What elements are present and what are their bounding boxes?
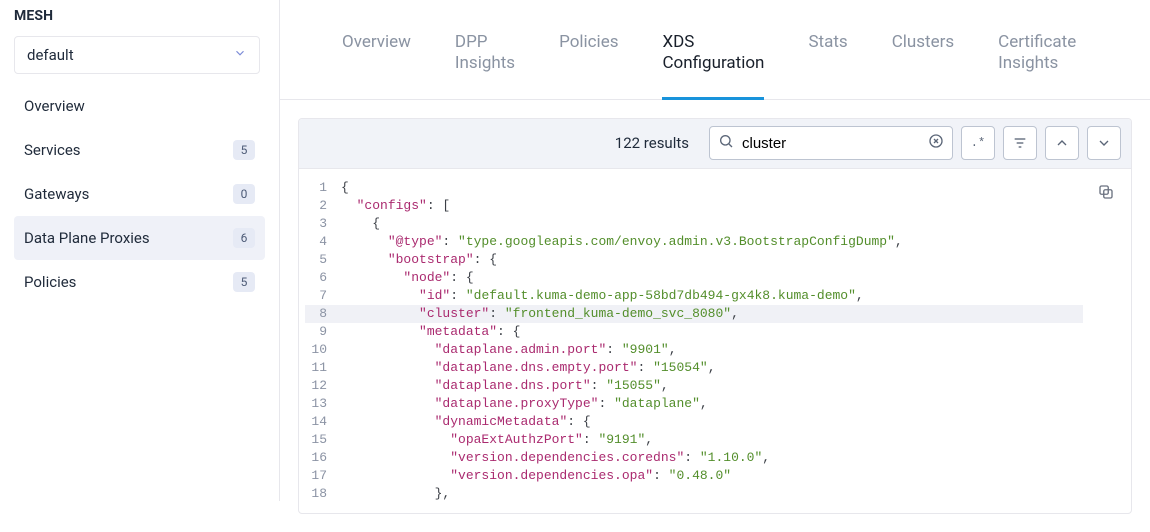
code-line: 16 "version.dependencies.coredns": "1.10… [305,449,1083,467]
sidebar-item-label: Policies [24,273,76,291]
sidebar-item-label: Gateways [24,185,89,203]
code-line: 1{ [305,179,1083,197]
line-number: 14 [305,413,341,431]
code-line: 12 "dataplane.dns.port": "15055", [305,377,1083,395]
sidebar-item-badge: 0 [233,184,255,204]
tabs: Overview DPPInsights Policies XDSConfigurat… [280,0,1150,100]
results-count: 122 results [309,134,701,152]
line-content: "dataplane.dns.port": "15055", [341,377,669,395]
line-number: 9 [305,323,341,341]
code-line: 5 "bootstrap": { [305,251,1083,269]
line-number: 4 [305,233,341,251]
line-number: 17 [305,467,341,485]
sidebar-item-label: Overview [24,97,85,115]
search-input[interactable] [740,134,922,153]
line-content: "version.dependencies.coredns": "1.10.0"… [341,449,770,467]
line-content: { [341,215,380,233]
line-content: }, [341,485,450,503]
code-line: 4 "@type": "type.googleapis.com/envoy.ad… [305,233,1083,251]
line-content: "cluster": "frontend_kuma-demo_svc_8080"… [341,305,739,323]
main: Overview DPPInsights Policies XDSConfigurat… [280,0,1150,501]
sidebar-item-label: Data Plane Proxies [24,229,150,247]
line-content: "metadata": { [341,323,520,341]
sidebar-item-policies[interactable]: Policies 5 [14,260,265,304]
sidebar-item-services[interactable]: Services 5 [14,128,265,172]
code-line: 13 "dataplane.proxyType": "dataplane", [305,395,1083,413]
chevron-down-icon [233,46,247,64]
code-line: 17 "version.dependencies.opa": "0.48.0" [305,467,1083,485]
line-content: "id": "default.kuma-demo-app-58bd7db494-… [341,287,864,305]
line-content: "dataplane.dns.empty.port": "15054", [341,359,716,377]
xds-panel: 122 results .* [298,118,1132,514]
xds-panel-wrap: 122 results .* [280,100,1150,532]
line-number: 7 [305,287,341,305]
code-line: 9 "metadata": { [305,323,1083,341]
mesh-select-value: default [27,46,74,64]
panel-toolbar: 122 results .* [299,119,1131,169]
line-number: 15 [305,431,341,449]
code-line: 18 }, [305,485,1083,503]
copy-button[interactable] [1091,177,1121,207]
code-view: 1{2 "configs": [3 {4 "@type": "type.goog… [299,169,1131,513]
line-number: 11 [305,359,341,377]
code-line: 15 "opaExtAuthzPort": "9191", [305,431,1083,449]
line-number: 8 [305,305,341,323]
line-number: 1 [305,179,341,197]
sidebar-title: MESH [14,8,265,24]
line-content: "version.dependencies.opa": "0.48.0" [341,467,731,485]
sidebar: MESH default Overview Services 5 Gateways 0 D… [0,0,280,501]
line-number: 5 [305,251,341,269]
search-box[interactable] [709,126,953,160]
code-line: 3 { [305,215,1083,233]
tab-overview[interactable]: Overview [342,10,411,99]
line-content: "bootstrap": { [341,251,497,269]
prev-match-button[interactable] [1045,126,1079,160]
json-code: 1{2 "configs": [3 {4 "@type": "type.goog… [305,179,1083,503]
line-number: 12 [305,377,341,395]
mesh-select[interactable]: default [14,36,260,74]
line-content: "@type": "type.googleapis.com/envoy.admi… [341,233,903,251]
filter-button[interactable] [1003,126,1037,160]
sidebar-item-gateways[interactable]: Gateways 0 [14,172,265,216]
code-line: 6 "node": { [305,269,1083,287]
sidebar-nav: Overview Services 5 Gateways 0 Data Plane Pro… [14,84,265,304]
line-number: 2 [305,197,341,215]
code-line: 8 "cluster": "frontend_kuma-demo_svc_808… [305,305,1083,323]
line-content: "dataplane.proxyType": "dataplane", [341,395,708,413]
line-number: 13 [305,395,341,413]
sidebar-item-label: Services [24,141,81,159]
tab-policies[interactable]: Policies [559,10,618,99]
sidebar-item-overview[interactable]: Overview [14,84,265,128]
tab-clusters[interactable]: Clusters [892,10,954,99]
tab-dpp-insights[interactable]: DPPInsights [455,10,515,99]
code-line: 10 "dataplane.admin.port": "9901", [305,341,1083,359]
tab-stats[interactable]: Stats [808,10,847,99]
line-content: "opaExtAuthzPort": "9191", [341,431,653,449]
search-icon [718,133,734,153]
sidebar-item-data-plane-proxies[interactable]: Data Plane Proxies 6 [14,216,265,260]
line-number: 18 [305,485,341,503]
sidebar-item-badge: 5 [233,272,255,292]
line-content: "dataplane.admin.port": "9901", [341,341,677,359]
line-content: "configs": [ [341,197,450,215]
regex-toggle-button[interactable]: .* [961,126,995,160]
tab-xds-configuration[interactable]: XDSConfiguration [662,10,764,99]
code-line: 11 "dataplane.dns.empty.port": "15054", [305,359,1083,377]
line-number: 6 [305,269,341,287]
line-number: 10 [305,341,341,359]
sidebar-item-badge: 5 [233,140,255,160]
line-content: "dynamicMetadata": { [341,413,591,431]
code-line: 2 "configs": [ [305,197,1083,215]
code-line: 7 "id": "default.kuma-demo-app-58bd7db49… [305,287,1083,305]
code-line: 14 "dynamicMetadata": { [305,413,1083,431]
next-match-button[interactable] [1087,126,1121,160]
line-number: 3 [305,215,341,233]
line-number: 16 [305,449,341,467]
line-content: { [341,179,349,197]
clear-search-icon[interactable] [928,133,944,153]
tab-certificate-insights[interactable]: CertificateInsights [998,10,1076,99]
line-content: "node": { [341,269,474,287]
sidebar-item-badge: 6 [233,228,255,248]
